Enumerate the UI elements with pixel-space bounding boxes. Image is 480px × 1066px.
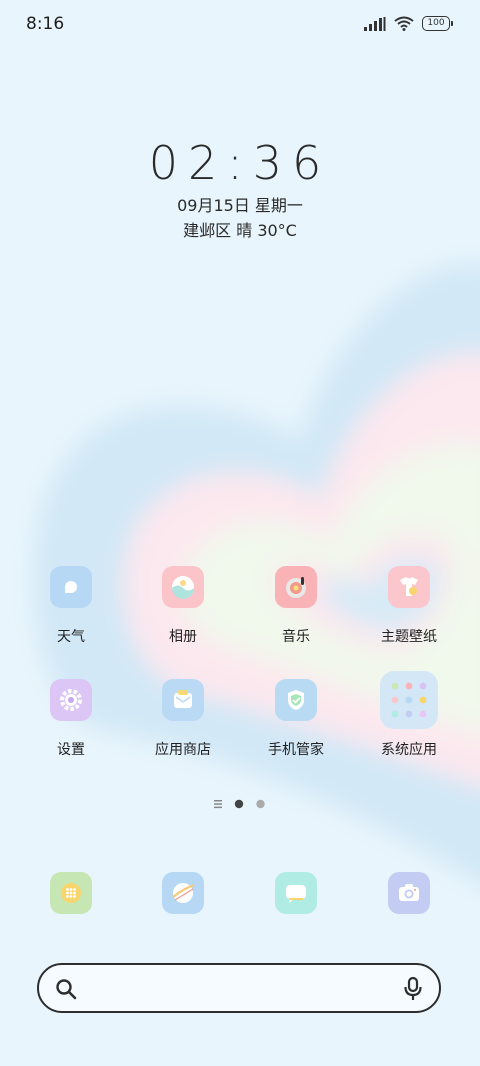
clock-time[interactable]: 02:36: [0, 136, 480, 190]
security-icon: [275, 679, 317, 721]
camera-icon: [388, 872, 430, 914]
browser-icon: [162, 872, 204, 914]
app-label: 系统应用: [381, 742, 437, 758]
status-bar: 8:16 100: [0, 0, 480, 50]
dock-messages[interactable]: [241, 872, 351, 914]
folder-icon: [380, 671, 438, 729]
microphone-icon[interactable]: [403, 976, 423, 1002]
dock-phone[interactable]: [16, 872, 126, 914]
phone-dialer-icon: [50, 872, 92, 914]
signal-icon: [364, 16, 386, 31]
status-time: 8:16: [26, 14, 65, 34]
app-music[interactable]: 音乐: [241, 566, 351, 646]
page-dot: [256, 799, 265, 809]
app-label: 相册: [169, 629, 197, 645]
page-dot-active: [234, 799, 244, 809]
gallery-icon: [162, 566, 204, 608]
music-icon: [275, 566, 317, 608]
page-indicator[interactable]: [0, 796, 480, 810]
page-list-icon: [214, 800, 222, 809]
app-themes[interactable]: 主题壁纸: [354, 566, 464, 646]
app-label: 手机管家: [268, 742, 324, 758]
app-store-icon: [162, 679, 204, 721]
app-label: 音乐: [282, 629, 310, 645]
search-icon[interactable]: [55, 978, 77, 1000]
app-label: 设置: [57, 742, 85, 758]
app-security[interactable]: 手机管家: [241, 679, 351, 759]
app-folder-system[interactable]: 系统应用: [354, 671, 464, 759]
app-settings[interactable]: 设置: [16, 679, 126, 759]
messages-icon: [275, 872, 317, 914]
battery-icon: 100: [422, 16, 453, 31]
search-bar[interactable]: [37, 963, 441, 1013]
app-label: 天气: [57, 629, 85, 645]
clock-date[interactable]: 09月15日 星期一: [0, 192, 480, 216]
app-gallery[interactable]: 相册: [128, 566, 238, 646]
settings-icon: [50, 679, 92, 721]
weather-icon: [50, 566, 92, 608]
app-app-store[interactable]: 应用商店: [128, 679, 238, 759]
dock-browser[interactable]: [128, 872, 238, 914]
wifi-icon: [394, 16, 414, 31]
app-weather[interactable]: 天气: [16, 566, 126, 646]
clock-weather[interactable]: 建邺区 晴 30°C: [0, 217, 480, 241]
dock-camera[interactable]: [354, 872, 464, 914]
themes-icon: [388, 566, 430, 608]
app-label: 应用商店: [155, 742, 211, 758]
app-label: 主题壁纸: [381, 629, 437, 645]
status-icons: 100: [364, 16, 453, 31]
